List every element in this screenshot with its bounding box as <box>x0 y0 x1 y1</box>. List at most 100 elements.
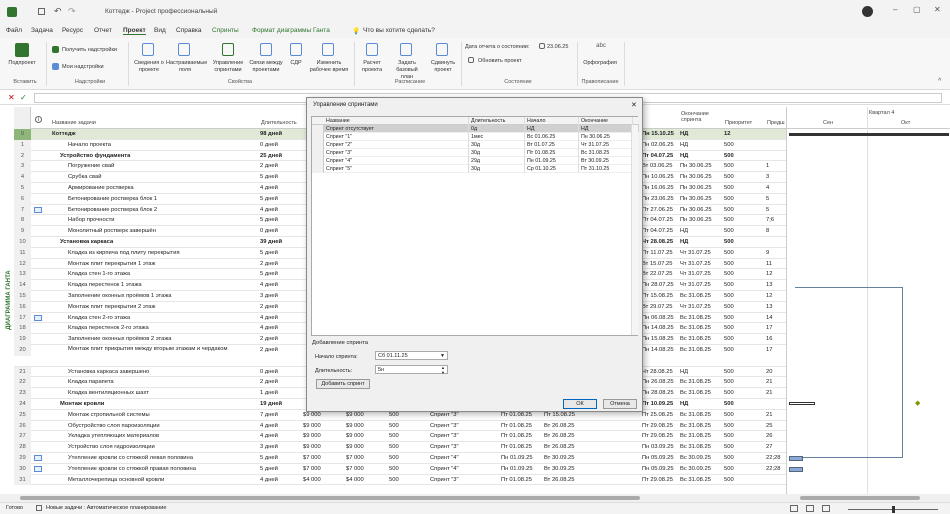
priority[interactable]: 500 <box>722 302 762 313</box>
predecessors[interactable]: 4 <box>764 183 786 194</box>
task-name[interactable]: Кладка из кирпича под плиту перекрытия <box>66 248 266 259</box>
sprint-finish[interactable]: Вт 26.08.25 <box>542 475 586 486</box>
duration[interactable]: 2 дней <box>258 377 298 388</box>
finish-date[interactable]: Чт 31.07.25 <box>678 269 722 280</box>
predecessors[interactable]: 12 <box>764 269 786 280</box>
predecessors[interactable]: 27 <box>764 442 786 453</box>
tab-file[interactable]: Файл <box>6 27 22 34</box>
row-id[interactable]: 20 <box>14 345 31 356</box>
wbs-button[interactable]: СДР <box>286 60 306 67</box>
priority[interactable]: 500 <box>722 313 762 324</box>
finish-date[interactable]: Вс 30.09.25 <box>678 464 722 475</box>
get-addins-button[interactable]: Получить надстройки <box>62 47 117 54</box>
task-name[interactable]: Армирование ростверка <box>66 183 266 194</box>
custom-fields-button[interactable]: Настраиваемые поля <box>166 60 207 74</box>
finish-date[interactable]: Вс 31.08.25 <box>678 345 722 356</box>
sprint-header-name[interactable]: Название <box>324 117 469 125</box>
cancel-entry-icon[interactable]: ✕ <box>8 93 15 102</box>
sprint-row[interactable]: Спринт "2" 30д Вт 01.07.25 Чт 31.07.25 <box>312 141 639 149</box>
work[interactable]: 500 <box>387 442 427 453</box>
finish-date[interactable]: Вс 31.08.25 <box>678 313 722 324</box>
row-id[interactable]: 24 <box>14 399 31 410</box>
table-row[interactable]: 31 Металлочерепица основной кровли 4 дней П… <box>14 474 786 486</box>
task-name[interactable]: Набор прочности <box>66 215 266 226</box>
duration[interactable]: 5 дней <box>258 215 298 226</box>
save-icon[interactable] <box>38 8 45 15</box>
dropdown-icon[interactable]: ▼ <box>440 352 445 360</box>
priority[interactable]: 500 <box>722 291 762 302</box>
close-window-icon[interactable]: ✕ <box>934 5 941 14</box>
tab-help[interactable]: Справка <box>176 27 202 34</box>
row-id[interactable]: 27 <box>14 431 31 443</box>
cost[interactable]: $9 000 <box>301 431 341 442</box>
task-name[interactable]: Заполнение оконных проёмов 1 этажа <box>66 291 266 302</box>
sprint-finish[interactable]: Пт 31.10.25 <box>579 165 633 173</box>
zoom-thumb[interactable] <box>892 506 895 513</box>
task-name[interactable]: Кладка вентиляционных шахт <box>66 388 266 399</box>
sprint-row[interactable]: Спринт отсутствует 0д НД НД <box>312 125 639 133</box>
finish-date[interactable]: НД <box>678 151 722 162</box>
cost[interactable]: $4 000 <box>301 475 341 486</box>
work[interactable]: 500 <box>387 475 427 486</box>
priority[interactable]: 500 <box>722 194 762 205</box>
row-id[interactable]: 19 <box>14 334 31 345</box>
sprints-button[interactable]: Управление спринтами <box>209 60 247 74</box>
row-id[interactable]: 29 <box>14 453 31 464</box>
predecessors[interactable] <box>764 475 786 486</box>
row-id[interactable]: 5 <box>14 183 31 194</box>
sprint-finish[interactable]: Пн 30.06.25 <box>579 133 633 141</box>
predecessors[interactable]: 25 <box>764 421 786 432</box>
predecessors[interactable] <box>764 140 786 151</box>
ok-button[interactable]: ОК <box>563 399 597 409</box>
duration[interactable]: 1 дней <box>258 388 298 399</box>
row-id[interactable]: 6 <box>14 193 31 205</box>
tell-me-search[interactable]: Что вы хотите сделать? <box>363 27 435 34</box>
usage-view-icon[interactable] <box>806 505 814 512</box>
sprint-header-duration[interactable]: Длительность <box>469 117 525 125</box>
cost-actual[interactable]: $9 000 <box>344 442 384 453</box>
work[interactable]: 500 <box>387 431 427 442</box>
priority[interactable]: 500 <box>722 172 762 183</box>
finish-date[interactable]: Вс 31.08.25 <box>678 334 722 345</box>
duration[interactable]: 4 дней <box>258 183 298 194</box>
task-name[interactable]: Монтаж стропильной системы <box>66 410 266 421</box>
row-id[interactable]: 26 <box>14 420 31 432</box>
project-info-button[interactable]: Сведения о проекте <box>132 60 166 74</box>
sprint-duration[interactable]: 30д <box>469 165 525 173</box>
duration[interactable]: 4 дней <box>258 313 298 324</box>
priority[interactable]: 500 <box>722 431 762 442</box>
cost-actual[interactable]: $7 000 <box>344 464 384 475</box>
cost-actual[interactable]: $4 000 <box>344 475 384 486</box>
sprint-finish[interactable]: НД <box>579 125 633 133</box>
sprint-name[interactable]: Спринт "1" <box>324 133 469 141</box>
spinner-icon[interactable]: ▲ ▼ <box>441 365 445 375</box>
priority[interactable]: 500 <box>722 453 762 464</box>
priority[interactable]: 500 <box>722 377 762 388</box>
predecessors[interactable]: 7;6 <box>764 215 786 226</box>
sprint-duration-input[interactable]: 5н ▲ ▼ <box>375 365 448 375</box>
row-id[interactable]: 8 <box>14 215 31 227</box>
sprint-start[interactable]: Пт 01.08.25 <box>499 475 543 486</box>
baseline-button[interactable]: Задать базовый план <box>390 60 424 81</box>
sprint-start[interactable]: Пн 01.09.25 <box>499 453 543 464</box>
predecessors[interactable]: 13 <box>764 280 786 291</box>
table-row[interactable]: 30 Утепление кровли со стяжкой правая пол… <box>14 463 786 475</box>
sprint-row[interactable]: Спринт "1" 1мес Вс 01.06.25 Пн 30.06.25 <box>312 133 639 141</box>
table-row[interactable]: 26 Обустройство слоя пароизоляции 4 дней Пт… <box>14 420 786 432</box>
sprint-start[interactable]: Вт 01.07.25 <box>525 141 579 149</box>
sprint-finish[interactable]: Вт 26.08.25 <box>542 442 586 453</box>
subproject-button[interactable]: Подпроект <box>5 60 39 67</box>
duration[interactable]: 5 дней <box>258 172 298 183</box>
status-date-value[interactable]: 23.06.25 <box>547 44 568 51</box>
duration[interactable]: 4 дней <box>258 421 298 432</box>
row-id[interactable]: 10 <box>14 237 31 248</box>
sprint-list[interactable]: Название Длительность Начало Окончание С… <box>311 116 639 336</box>
row-selector[interactable] <box>312 149 324 157</box>
row-id[interactable]: 15 <box>14 291 31 302</box>
predecessors[interactable] <box>764 399 786 410</box>
sprint-start[interactable]: Пт 01.08.25 <box>499 442 543 453</box>
cost[interactable]: $9 000 <box>301 442 341 453</box>
tab-gantt-format[interactable]: Формат диаграммы Ганта <box>252 27 330 34</box>
sprint-name[interactable]: Спринт "5" <box>324 165 469 173</box>
task-name[interactable]: Обустройство слоя пароизоляции <box>66 421 266 432</box>
